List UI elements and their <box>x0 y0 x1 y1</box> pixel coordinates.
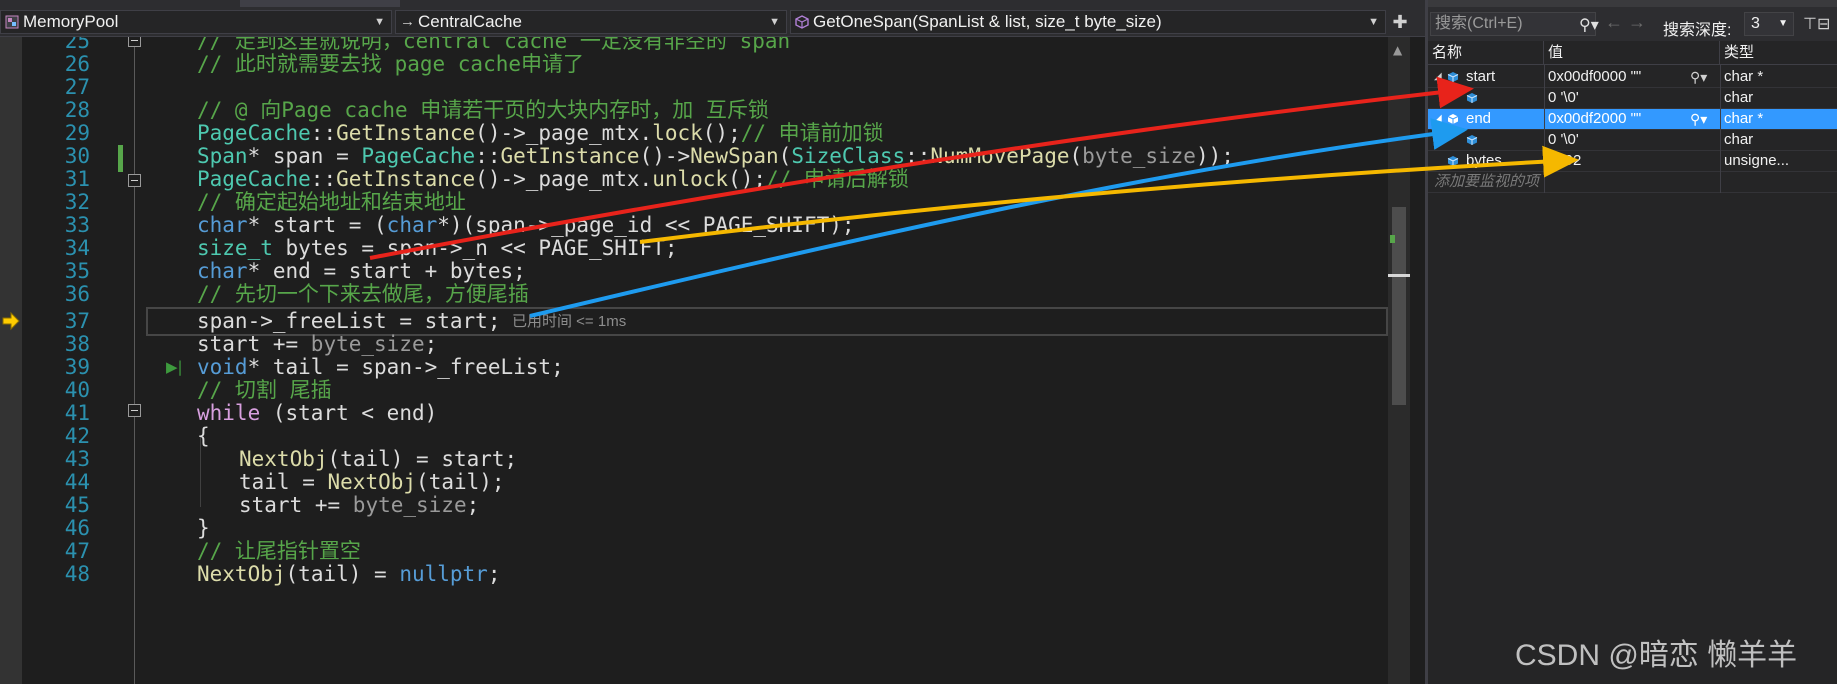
fold-line <box>134 37 135 684</box>
code-line-36: // 先切一个下来去做尾，方便尾插 <box>197 282 529 306</box>
fold-toggle-icon[interactable] <box>128 404 141 417</box>
watch-type: char * <box>1724 68 1764 85</box>
code-line-45: start += byte_size; <box>239 493 480 517</box>
document-tab-strip <box>0 0 1425 7</box>
split-editor-button[interactable]: ✚ <box>1388 13 1412 35</box>
change-overview-marker <box>1390 235 1395 243</box>
watch-window: 搜索(Ctrl+E) ⚲▾ ← → 搜索深度: 3 ▼ ⊤⊟ 名称 值 类型 ◢… <box>1425 0 1837 684</box>
magnifier-icon[interactable]: ⚲▾ <box>1690 67 1707 87</box>
method-icon <box>795 15 809 29</box>
column-header-value[interactable]: 值 <box>1544 41 1720 65</box>
line-number-gutter: 25 26 27 28 29 30 31 32 33 34 35 36 37 38 39 40 41 42 43 44… <box>22 37 90 684</box>
code-editor[interactable]: 25 26 27 28 29 30 31 32 33 34 35 36 37 38 39 40 41 42 43 44… <box>0 37 1425 684</box>
watch-type: unsigne... <box>1724 152 1790 169</box>
column-separator[interactable] <box>1720 65 1721 193</box>
search-depth-label: 搜索深度: <box>1663 22 1732 39</box>
watch-toolbar: 搜索(Ctrl+E) ⚲▾ ← → 搜索深度: 3 ▼ ⊤⊟ <box>1428 7 1837 41</box>
chevron-down-icon: ▼ <box>1368 16 1379 28</box>
column-header-name[interactable]: 名称 <box>1428 41 1544 65</box>
watch-row-end-deref[interactable]: 0 '\0' char <box>1428 130 1837 151</box>
fold-toggle-icon[interactable] <box>128 174 141 187</box>
chevron-down-icon: ▼ <box>374 16 385 28</box>
fold-margin <box>125 37 147 684</box>
function-label: GetOneSpan(SpanList & list, size_t byte_… <box>813 12 1162 31</box>
add-watch-placeholder[interactable]: 添加要监视的项 <box>1434 172 1544 193</box>
function-dropdown[interactable]: GetOneSpan(SpanList & list, size_t byte_… <box>790 10 1386 34</box>
code-line-42: { <box>197 424 210 448</box>
code-area[interactable]: // 走到这里就说明，central cache 一定没有非空的 span //… <box>197 37 1397 684</box>
watch-type: char * <box>1724 110 1764 127</box>
glyph-margin[interactable] <box>0 37 22 684</box>
scroll-position-marker <box>1388 274 1410 277</box>
watch-type: char <box>1724 131 1754 148</box>
collapse-triangle-icon[interactable]: ◢ <box>1434 109 1442 129</box>
watch-row-start-deref[interactable]: 0 '\0' char <box>1428 88 1837 109</box>
variable-icon <box>1466 93 1478 103</box>
search-depth-value: 3 <box>1751 15 1760 32</box>
watch-grid: 名称 值 类型 ◢ start 0x00df0000 "" ⚲▾ char * … <box>1428 41 1837 684</box>
chevron-down-icon: ▼ <box>1778 18 1788 29</box>
column-separator[interactable] <box>1544 65 1545 193</box>
project-icon <box>5 15 19 29</box>
watch-row-bytes[interactable]: bytes 8192 unsigne... <box>1428 151 1837 172</box>
scroll-up-icon[interactable]: ▲ <box>1393 43 1402 57</box>
variable-icon <box>1466 135 1478 145</box>
class-dropdown[interactable]: → CentralCache ▼ <box>395 10 787 34</box>
watermark: CSDN @暗恋 懒羊羊 <box>1515 639 1798 672</box>
watch-value[interactable]: 0 '\0' <box>1548 130 1688 151</box>
variable-icon <box>1447 114 1459 124</box>
search-icon[interactable]: ⚲▾ <box>1579 15 1599 37</box>
watch-title-bar <box>1428 0 1837 7</box>
watch-name: bytes <box>1466 152 1502 169</box>
search-depth-dropdown[interactable]: 3 ▼ <box>1744 12 1794 36</box>
code-line-26: // 此时就需要去找 page cache申请了 <box>197 52 585 76</box>
editor-vertical-scrollbar[interactable]: ▲ <box>1388 37 1410 684</box>
watch-row-add[interactable]: 添加要监视的项 <box>1428 172 1837 193</box>
fold-toggle-icon[interactable] <box>128 37 141 47</box>
arrow-right-icon: → <box>400 13 415 30</box>
arrow-left-icon[interactable]: ← <box>1605 12 1623 33</box>
run-to-click-icon[interactable]: ▶| <box>166 354 183 381</box>
variable-icon <box>1447 72 1459 82</box>
pin-filter-icon[interactable]: ⊤⊟ <box>1803 14 1830 34</box>
magnifier-icon[interactable]: ⚲▾ <box>1690 109 1707 129</box>
watch-header: 名称 值 类型 <box>1428 41 1837 65</box>
watch-value[interactable]: 8192 <box>1548 151 1688 172</box>
code-line-41: while (start < end) <box>197 401 438 425</box>
project-dropdown[interactable]: MemoryPool ▼ <box>0 10 392 34</box>
active-tab-sliver[interactable] <box>240 0 400 7</box>
collapse-triangle-icon[interactable]: ◢ <box>1434 67 1442 87</box>
execution-pointer-icon[interactable] <box>1 311 21 331</box>
watch-value[interactable]: 0x00df2000 "" <box>1548 109 1688 130</box>
line-number: 36 <box>64 282 90 306</box>
variable-icon <box>1447 156 1459 166</box>
watch-row-end[interactable]: ◢ end 0x00df2000 "" ⚲▾ char * <box>1428 109 1837 130</box>
column-header-type[interactable]: 类型 <box>1720 41 1837 65</box>
chevron-down-icon: ▼ <box>769 16 780 28</box>
watch-row-start[interactable]: ◢ start 0x00df0000 "" ⚲▾ char * <box>1428 67 1837 88</box>
arrow-right-icon[interactable]: → <box>1628 12 1646 33</box>
watch-name: start <box>1466 68 1496 85</box>
change-marker <box>118 145 123 172</box>
watch-name: end <box>1466 110 1492 127</box>
search-placeholder: 搜索(Ctrl+E) <box>1435 15 1523 32</box>
class-label: CentralCache <box>418 12 522 31</box>
line-number: 48 <box>64 562 90 586</box>
code-line-48: NextObj(tail) = nullptr; <box>197 562 501 586</box>
watch-value[interactable]: 0 '\0' <box>1548 88 1688 109</box>
project-label: MemoryPool <box>23 12 119 31</box>
watch-type: char <box>1724 89 1754 106</box>
watch-search-input[interactable]: 搜索(Ctrl+E) ⚲▾ <box>1430 12 1599 37</box>
perf-tip: 已用时间 <= 1ms <box>512 313 627 330</box>
watch-value[interactable]: 0x00df0000 "" <box>1548 67 1688 88</box>
navigation-bar: MemoryPool ▼ → CentralCache ▼ GetOneSpan… <box>0 7 1425 37</box>
